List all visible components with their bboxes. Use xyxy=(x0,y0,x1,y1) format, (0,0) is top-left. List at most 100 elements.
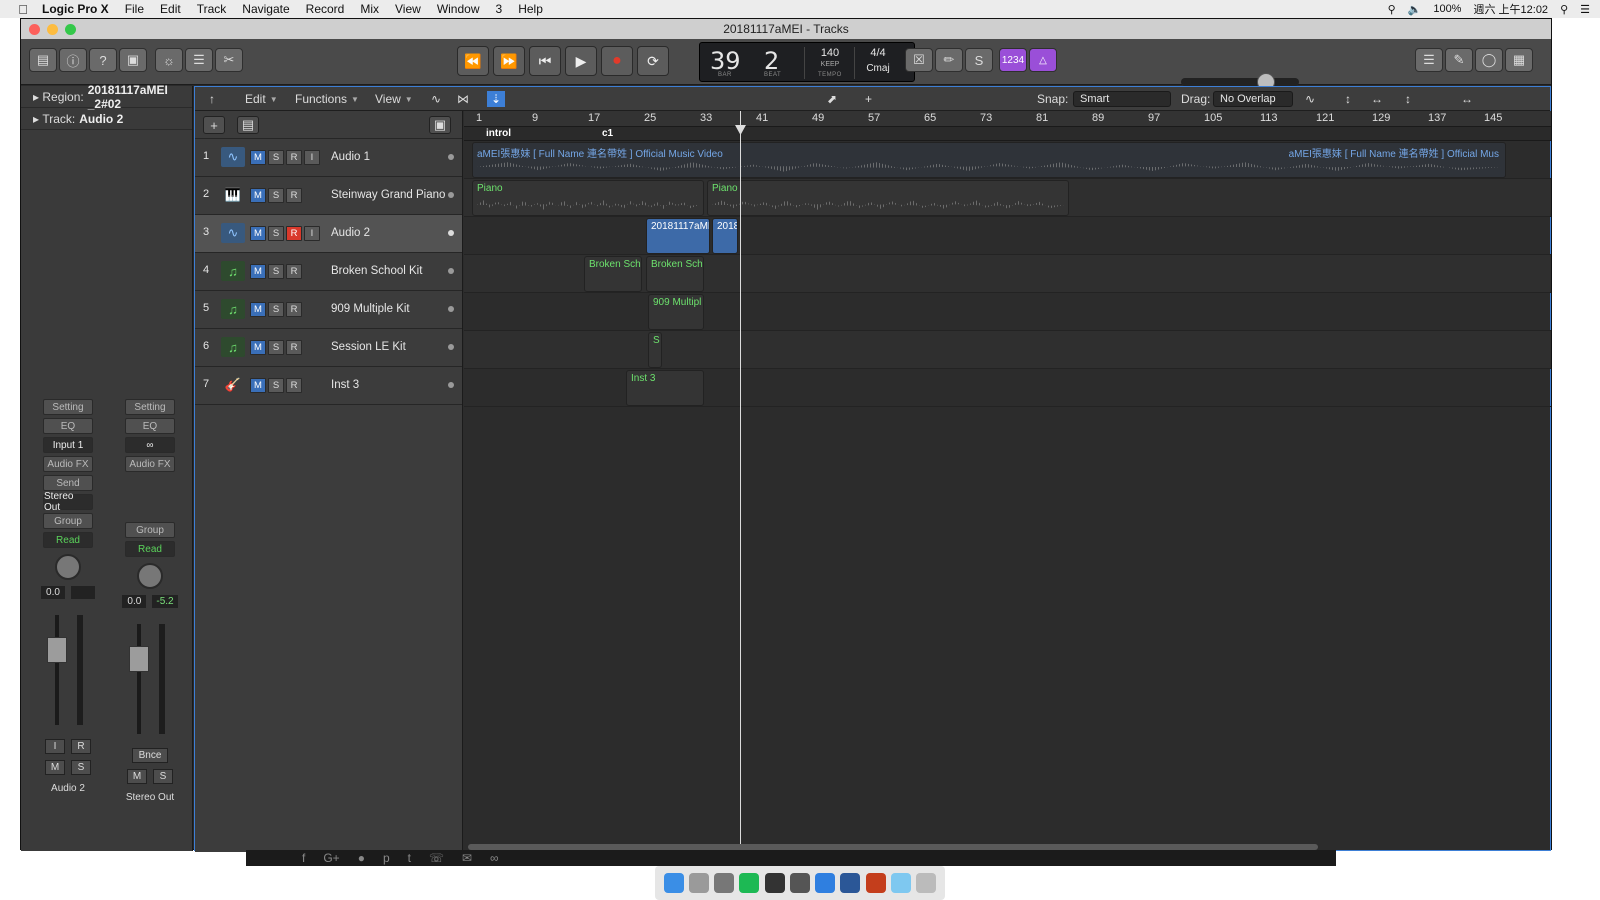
powerpoint-icon[interactable] xyxy=(865,873,886,893)
mixer-button[interactable]: ☰ xyxy=(185,48,213,72)
back-icon[interactable]: ↑ xyxy=(209,91,215,107)
close-window-button[interactable] xyxy=(29,24,40,35)
menu-mix[interactable]: Mix xyxy=(352,2,387,16)
track-inspector-header[interactable]: ▸ Track: Audio 2 xyxy=(21,108,192,130)
smart-controls-button[interactable]: ☼ xyxy=(155,48,183,72)
rewind-button[interactable]: ⏪ xyxy=(457,46,489,76)
system-preferences-icon[interactable] xyxy=(714,873,735,893)
add-track-button[interactable]: + xyxy=(203,116,225,134)
record-button[interactable]: ● xyxy=(601,46,633,76)
browsers-button[interactable]: ▦ xyxy=(1505,48,1533,72)
bar-ruler[interactable]: 1 9 17 25 33 41 49 57 65 73 81 89 97 105… xyxy=(464,111,1551,127)
audio-region[interactable]: aMEI張惠妹 [ Full Name 連名帶姓 ] Official Musi… xyxy=(472,142,1506,178)
menu-view[interactable]: View xyxy=(387,2,429,16)
track-lane[interactable] xyxy=(464,293,1551,331)
apple-icon[interactable]:  xyxy=(12,2,34,17)
midi-region[interactable]: Piano xyxy=(472,180,704,216)
lcd-key[interactable]: Cmaj xyxy=(860,63,896,74)
horizontal-zoom-slider[interactable]: ↔ xyxy=(1461,91,1473,107)
track-input-monitor-button[interactable]: I xyxy=(304,226,320,241)
strip-audio-fx-slot[interactable]: Audio FX xyxy=(43,456,93,472)
menu-app-name[interactable]: Logic Pro X xyxy=(34,2,117,16)
editors-button[interactable]: ✂ xyxy=(215,48,243,72)
note-pad-button[interactable]: ✎ xyxy=(1445,48,1473,72)
audio-region-selected[interactable]: 20181117aMEI xyxy=(646,218,710,254)
midi-region[interactable]: 909 Multipl xyxy=(648,294,704,330)
track-solo-button[interactable]: S xyxy=(268,150,284,165)
track-header-row[interactable]: 6 ♫ M S R Session LE Kit xyxy=(195,329,462,367)
menu-window[interactable]: Window xyxy=(429,2,488,16)
snap-select[interactable]: Smart xyxy=(1073,91,1171,107)
track-solo-button[interactable]: S xyxy=(268,264,284,279)
strip-input-button[interactable]: Input 1 xyxy=(43,437,93,453)
strip-setting-button[interactable]: Setting xyxy=(43,399,93,415)
tuner-button[interactable]: ✏ xyxy=(935,48,963,72)
strip-mute-button[interactable]: M xyxy=(45,760,65,775)
menu-3[interactable]: 3 xyxy=(488,2,511,16)
strip-link-button[interactable]: ∞ xyxy=(125,437,175,453)
zoom-window-button[interactable] xyxy=(65,24,76,35)
flex-icon[interactable]: ⋈ xyxy=(457,91,469,107)
track-header-row-selected[interactable]: 3 ∿ M S R I Audio 2 xyxy=(195,215,462,253)
spotify-icon[interactable] xyxy=(739,873,760,893)
strip-volume-value[interactable]: 0.0 xyxy=(122,595,147,608)
strip-setting-button[interactable]: Setting xyxy=(125,399,175,415)
track-mute-button[interactable]: M xyxy=(250,226,266,241)
track-solo-button[interactable]: S xyxy=(268,226,284,241)
midi-region[interactable]: Broken Sch xyxy=(646,256,704,292)
count-in-button[interactable]: 1234 xyxy=(999,48,1027,72)
view-menu[interactable]: View ▼ xyxy=(375,91,413,107)
track-mute-button[interactable]: M xyxy=(250,378,266,393)
strip-audio-fx-slot[interactable]: Audio FX xyxy=(125,456,175,472)
crosshair-tool-icon[interactable]: + xyxy=(865,91,872,107)
track-name[interactable]: Audio 2 xyxy=(331,227,370,239)
region-inspector-header[interactable]: ▸ Region: 20181117aMEI _2#02 xyxy=(21,83,192,111)
marker-intro[interactable]: introl xyxy=(486,128,511,139)
strip-pan-knob[interactable] xyxy=(55,554,81,580)
library-button[interactable]: ▤ xyxy=(29,48,57,72)
strip-volume-fader[interactable] xyxy=(47,637,67,663)
pointer-tool-icon[interactable]: ⬈ xyxy=(827,91,837,107)
strip-group-slot[interactable]: Group xyxy=(125,522,175,538)
track-mute-button[interactable]: M xyxy=(250,264,266,279)
midi-region[interactable]: Inst 3 xyxy=(626,370,704,406)
finder-icon[interactable] xyxy=(663,873,684,893)
track-record-button[interactable]: R xyxy=(286,302,302,317)
track-record-button[interactable]: R xyxy=(286,264,302,279)
strip-volume-value[interactable]: 0.0 xyxy=(41,586,65,599)
metronome-button[interactable]: △ xyxy=(1029,48,1057,72)
track-header-row[interactable]: 2 🎹 M S R Steinway Grand Piano xyxy=(195,177,462,215)
track-header-row[interactable]: 1 ∿ M S R I Audio 1 xyxy=(195,139,462,177)
global-tracks-button[interactable]: ▤ xyxy=(237,116,259,134)
midi-region[interactable]: Piano xyxy=(707,180,1069,216)
track-name[interactable]: Broken School Kit xyxy=(331,265,422,277)
list-editors-button[interactable]: ☰ xyxy=(1415,48,1443,72)
downloads-folder-icon[interactable] xyxy=(891,873,912,893)
inspector-button[interactable]: ⓘ xyxy=(59,48,87,72)
track-solo-button[interactable]: S xyxy=(268,188,284,203)
strip-volume-fader[interactable] xyxy=(129,646,149,672)
track-mute-button[interactable]: M xyxy=(250,302,266,317)
spotlight-icon[interactable]: ⚲ xyxy=(1560,3,1568,16)
minimize-window-button[interactable] xyxy=(47,24,58,35)
track-name[interactable]: Session LE Kit xyxy=(331,341,406,353)
track-lane[interactable] xyxy=(464,217,1551,255)
trash-icon[interactable] xyxy=(916,873,937,893)
horizontal-zoom-icon[interactable]: ↔ xyxy=(1371,91,1383,107)
track-solo-button[interactable]: S xyxy=(268,378,284,393)
lcd-display[interactable]: 39 BAR 2 BEAT 140 KEEP TEMPO 4/4 Cmaj xyxy=(699,42,915,82)
notification-center-icon[interactable]: ☰ xyxy=(1580,3,1590,16)
track-record-button[interactable]: R xyxy=(286,226,302,241)
waveform-zoom-icon[interactable]: ∿ xyxy=(1305,91,1315,107)
quick-help-button[interactable]: ? xyxy=(89,48,117,72)
cycle-button[interactable]: ⟳ xyxy=(637,46,669,76)
track-mute-button[interactable]: M xyxy=(250,150,266,165)
vertical-zoom-slider[interactable]: ↕ xyxy=(1405,91,1411,107)
track-name[interactable]: Steinway Grand Piano xyxy=(331,189,445,201)
strip-eq-button[interactable]: EQ xyxy=(43,418,93,434)
lcd-time-signature[interactable]: 4/4 xyxy=(860,47,896,59)
logic-pro-icon[interactable] xyxy=(764,873,785,893)
play-button[interactable]: ▶ xyxy=(565,46,597,76)
strip-automation-button[interactable]: Read xyxy=(125,541,175,557)
track-name[interactable]: Inst 3 xyxy=(331,379,359,391)
